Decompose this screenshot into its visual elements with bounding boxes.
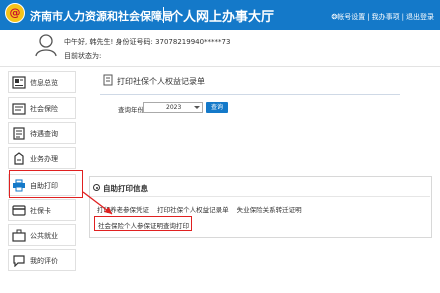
logout-link[interactable]: 退出登录	[406, 12, 434, 22]
sidebar-item-label: 业务办理	[30, 155, 58, 163]
annotation-box-self-print	[9, 170, 83, 198]
header-divider	[163, 7, 164, 23]
year-label: 查询年份	[118, 106, 144, 114]
sidebar-item-benefit-query[interactable]: 待遇查询	[8, 122, 76, 144]
sidebar-item-label: 待遇查询	[30, 130, 58, 138]
social-insurance-icon	[12, 103, 26, 115]
benefit-query-icon	[13, 127, 25, 140]
account-settings-link[interactable]: ❂帐号设置	[331, 12, 365, 22]
year-value: 2023	[166, 104, 182, 111]
sidebar-item-label: 社会保险	[30, 105, 58, 113]
top-header: @ 济南市人力资源和社会保障局 个人网上办事大厅 ❂帐号设置 | 我办事项 | 退出登录	[0, 0, 440, 30]
sidebar-item-employment[interactable]: 公共就业	[8, 224, 76, 246]
my-tasks-link[interactable]: 我办事项	[372, 12, 400, 22]
query-button[interactable]: 查询	[206, 102, 228, 113]
sidebar-item-label: 我的评价	[30, 257, 58, 265]
radio-dot-icon	[93, 184, 100, 191]
review-icon	[13, 255, 25, 267]
link-separator: |	[367, 13, 370, 21]
chevron-down-icon	[194, 106, 200, 109]
bureau-logo-icon: @	[5, 3, 25, 23]
info-overview-icon	[12, 76, 26, 89]
user-greeting: 中午好, 韩先生! 身份证号码: 37078219940*****73	[64, 38, 231, 46]
rights-record-link[interactable]: 打印社保个人权益记录单	[157, 206, 229, 214]
avatar-icon	[35, 34, 57, 57]
sidebar-item-social-card[interactable]: 社保卡	[8, 199, 76, 221]
sidebar-item-business[interactable]: 业务办理	[8, 147, 76, 169]
employment-icon	[12, 229, 26, 242]
sidebar-item-label: 公共就业	[30, 232, 58, 240]
print-record-icon	[103, 74, 113, 86]
panel-divider	[90, 196, 430, 197]
user-status: 目前状态为:	[64, 52, 102, 60]
header-links: ❂帐号设置 | 我办事项 | 退出登录	[331, 12, 434, 22]
sidebar-item-label: 社保卡	[30, 207, 51, 215]
insurance-proof-print-link[interactable]: 社会保险个人参保证明查询打印	[98, 220, 189, 230]
sidebar-item-my-review[interactable]: 我的评价	[8, 249, 76, 271]
sidebar-item-social-insurance[interactable]: 社会保险	[8, 97, 76, 119]
page-title: 打印社保个人权益记录单	[117, 77, 205, 86]
card-icon	[12, 205, 26, 216]
panel-title: 自助打印信息	[103, 184, 148, 193]
business-handling-icon	[14, 152, 24, 165]
unemployment-transfer-link[interactable]: 失业保险关系转迁证明	[237, 206, 302, 214]
site-title: 济南市人力资源和社会保障局	[30, 10, 173, 23]
sidebar-item-label: 信息总览	[30, 79, 58, 87]
year-select[interactable]: 2023	[143, 102, 203, 113]
title-divider	[100, 94, 400, 95]
print-links: 打印养老参保凭证 打印社保个人权益记录单 失业保险关系转迁证明	[97, 204, 308, 214]
sidebar-item-info-overview[interactable]: 信息总览	[8, 71, 76, 93]
link-separator: |	[401, 13, 404, 21]
portal-title: 个人网上办事大厅	[170, 10, 275, 25]
user-info-bar	[0, 30, 440, 67]
pension-certificate-link[interactable]: 打印养老参保凭证	[97, 206, 149, 214]
